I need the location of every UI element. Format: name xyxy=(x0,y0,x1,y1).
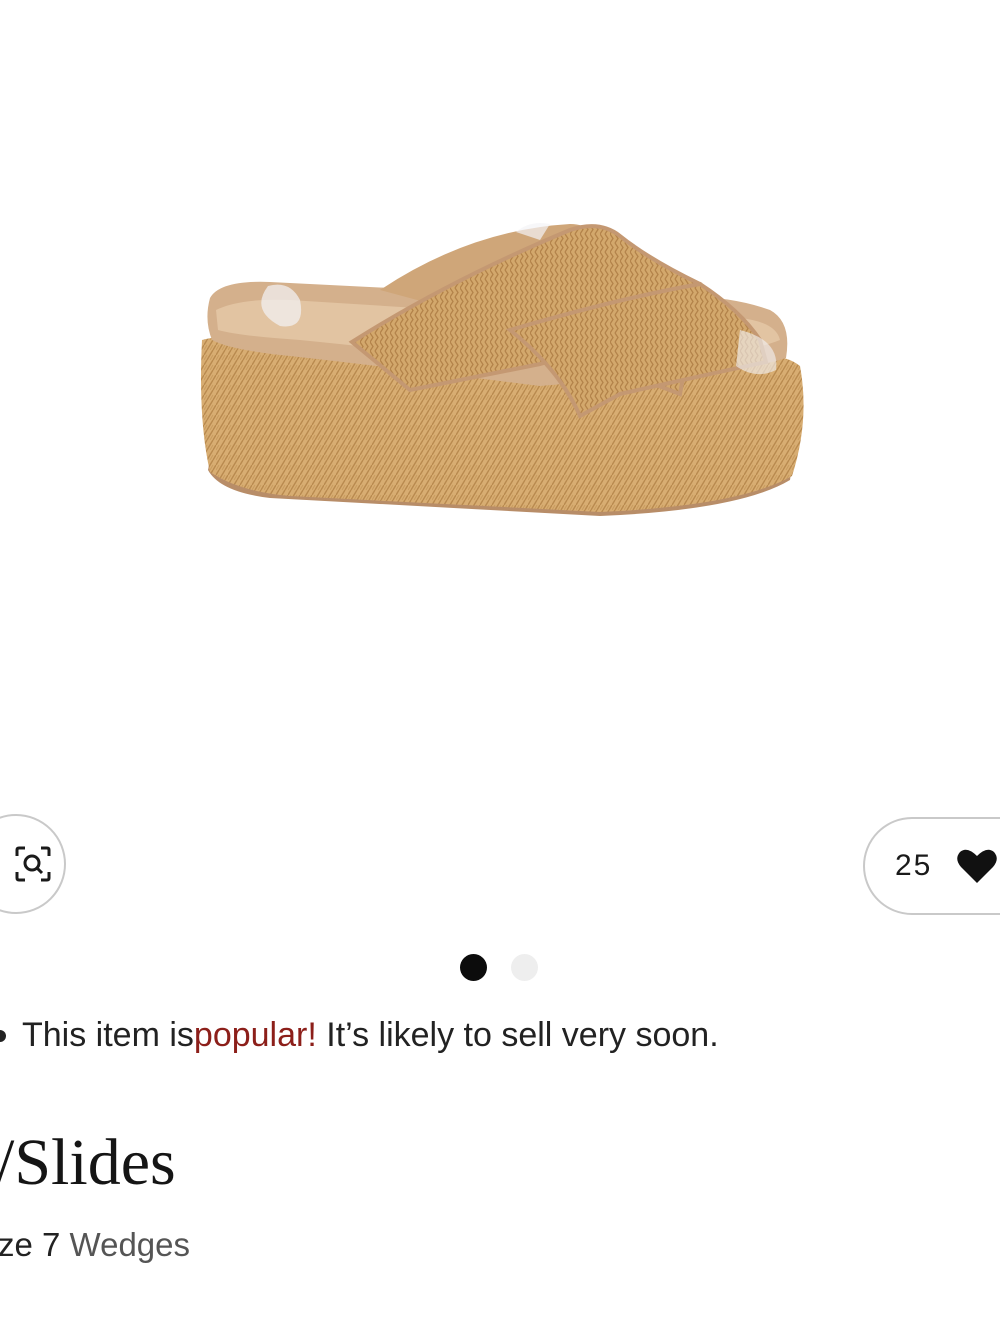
carousel-dot-2[interactable] xyxy=(511,954,538,981)
notice-bullet-icon xyxy=(0,1029,6,1042)
visual-search-icon xyxy=(15,846,51,882)
favorites-button[interactable]: 25 xyxy=(863,817,1000,915)
product-page: 25 This item is popular! It’s likely to … xyxy=(0,0,1000,1333)
carousel-dot-1[interactable] xyxy=(460,954,487,981)
notice-suffix: It’s likely to sell very soon. xyxy=(316,1016,719,1054)
carousel-dots xyxy=(460,954,538,981)
product-subtitle: ze 7 Wedges xyxy=(0,1226,190,1264)
visual-search-button[interactable] xyxy=(0,814,66,914)
product-size: ze 7 xyxy=(0,1226,61,1263)
notice-prefix: This item is xyxy=(22,1016,194,1054)
favorites-count: 25 xyxy=(895,849,933,882)
heart-icon xyxy=(956,847,998,885)
product-category-link[interactable]: Wedges xyxy=(70,1226,190,1263)
product-title: /Slides xyxy=(0,1126,176,1199)
product-image[interactable] xyxy=(180,180,830,600)
notice-highlight: popular! xyxy=(193,1016,317,1054)
popular-notice: This item is popular! It’s likely to sel… xyxy=(0,1016,719,1055)
